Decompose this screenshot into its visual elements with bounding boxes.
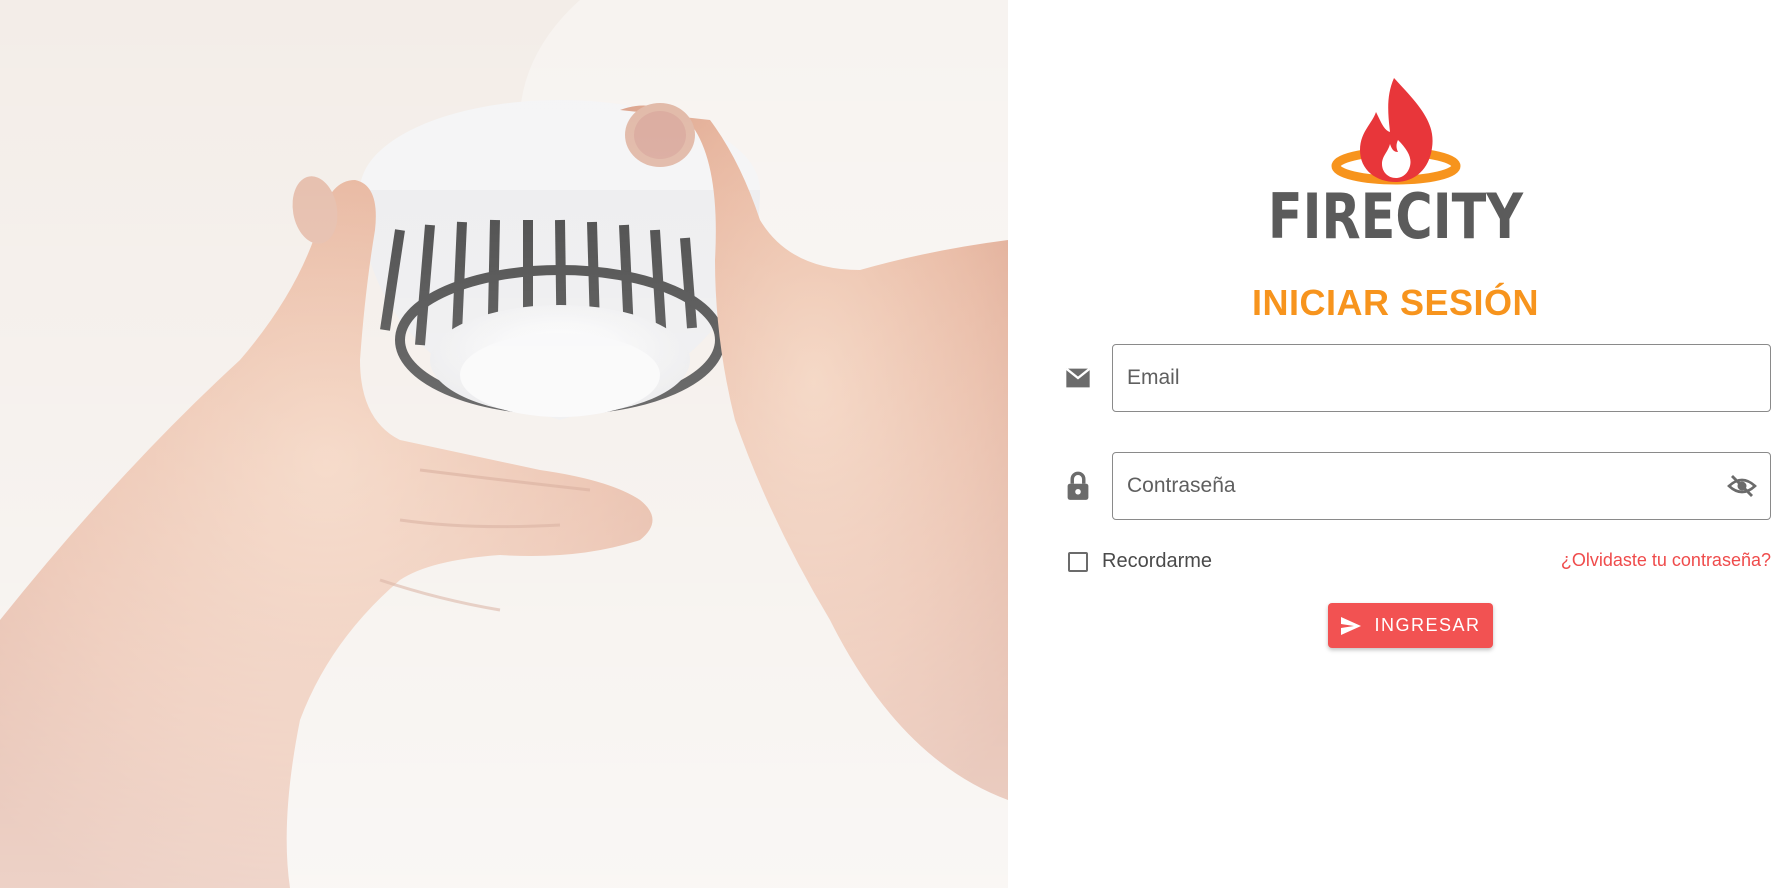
login-button-label: INGRESAR	[1374, 615, 1481, 635]
password-row	[1058, 450, 1771, 522]
send-icon	[1340, 616, 1362, 636]
smoke-detector-illustration	[0, 0, 1008, 888]
brand-name: FIRECITY	[1267, 180, 1524, 253]
lock-icon	[1058, 450, 1098, 522]
visibility-off-icon[interactable]	[1726, 470, 1758, 502]
hero-image	[0, 0, 1008, 888]
page-title: INICIAR SESIÓN	[1251, 282, 1540, 323]
password-field-box	[1112, 452, 1771, 520]
password-input[interactable]	[1113, 453, 1770, 519]
login-button[interactable]: INGRESAR	[1328, 603, 1493, 648]
remember-label: Recordarme	[1102, 550, 1213, 572]
login-page: FIRECITY INICIAR SESIÓN Email Recordarme…	[0, 0, 1783, 888]
forgot-password-link[interactable]: ¿Olvidaste tu contraseña?	[1561, 550, 1771, 571]
email-row	[1058, 342, 1771, 414]
email-icon	[1058, 342, 1098, 414]
email-field-box	[1112, 344, 1771, 412]
remember-me[interactable]: Recordarme	[1068, 550, 1212, 573]
login-panel: FIRECITY INICIAR SESIÓN Email Recordarme…	[1008, 0, 1783, 888]
flame-logo-icon	[1331, 78, 1460, 185]
brand-logo: FIRECITY	[1008, 74, 1783, 252]
email-input[interactable]	[1113, 345, 1770, 411]
remember-checkbox[interactable]	[1068, 551, 1088, 572]
